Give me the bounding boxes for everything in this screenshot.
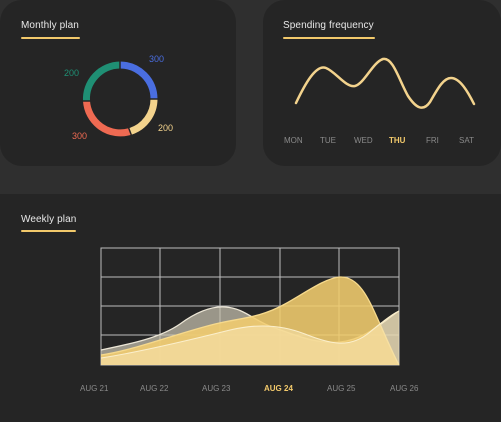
donut-segment-cream[interactable] <box>128 98 158 135</box>
date-label-aug26: AUG 26 <box>390 384 419 393</box>
day-label-fri: FRI <box>426 136 439 145</box>
weekly-plan-card: Weekly plan AUG 21 AUG 22 AUG 23 AUG 24 <box>0 194 501 422</box>
donut-label-green: 200 <box>64 68 79 78</box>
monthly-plan-card: Monthly plan 300 200 300 200 <box>0 0 236 166</box>
day-label-tue: TUE <box>320 136 336 145</box>
spending-frequency-line-chart: MON TUE WED THU FRI SAT <box>284 57 476 145</box>
date-label-aug22: AUG 22 <box>140 384 169 393</box>
date-label-aug21: AUG 21 <box>80 384 109 393</box>
date-labels: AUG 21 AUG 22 AUG 23 AUG 24 AUG 25 AUG 2… <box>80 384 419 393</box>
weekly-plan-area-chart: AUG 21 AUG 22 AUG 23 AUG 24 AUG 25 AUG 2… <box>80 247 419 393</box>
spending-frequency-line <box>294 57 476 109</box>
donut-label-red: 300 <box>72 131 87 141</box>
donut-segment-blue[interactable] <box>119 61 158 100</box>
day-label-mon: MON <box>284 136 303 145</box>
monthly-plan-donut-chart: 300 200 300 200 <box>64 54 173 141</box>
donut-segment-green[interactable] <box>82 61 121 102</box>
date-label-aug25: AUG 25 <box>327 384 356 393</box>
donut-segment-red[interactable] <box>83 100 131 137</box>
day-label-thu-active[interactable]: THU <box>389 136 406 145</box>
spending-frequency-card: Spending frequency MON TUE WED THU FRI S… <box>263 0 501 166</box>
donut-label-blue: 300 <box>149 54 164 64</box>
donut-label-cream: 200 <box>158 123 173 133</box>
date-label-aug24-active[interactable]: AUG 24 <box>264 384 293 393</box>
day-label-wed: WED <box>354 136 373 145</box>
date-label-aug23: AUG 23 <box>202 384 231 393</box>
day-label-sat: SAT <box>459 136 474 145</box>
day-labels: MON TUE WED THU FRI SAT <box>284 136 474 145</box>
